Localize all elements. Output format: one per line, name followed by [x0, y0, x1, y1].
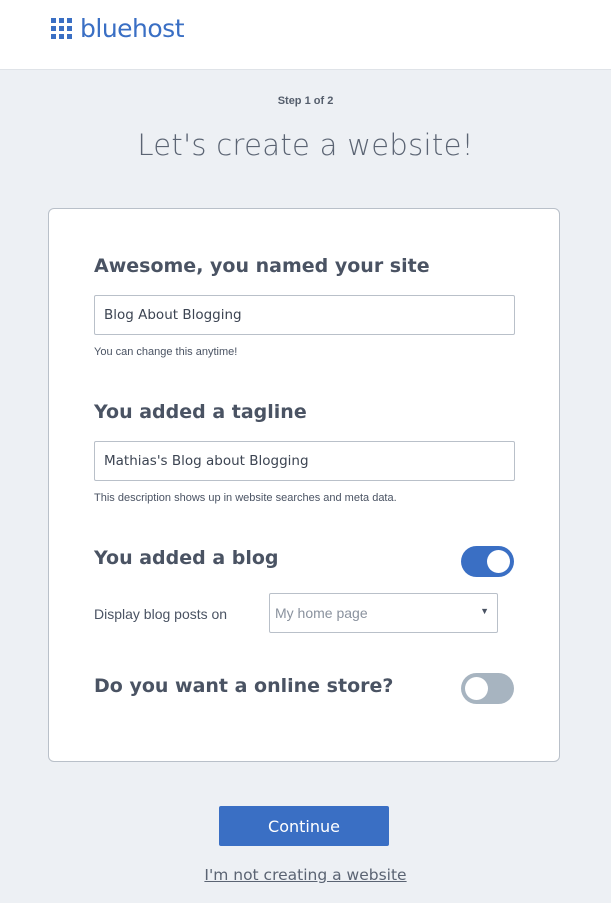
caret-down-icon: ▼ [480, 606, 489, 616]
toggle-knob [487, 550, 510, 573]
tagline-hint: This description shows up in website sea… [94, 492, 397, 504]
display-posts-label: Display blog posts on [94, 606, 228, 622]
setup-form-card: Awesome, you named your site You can cha… [48, 208, 560, 762]
site-name-input[interactable] [94, 295, 515, 335]
tagline-heading: You added a tagline [94, 401, 307, 423]
step-indicator: Step 1 of 2 [277, 95, 334, 107]
grid-icon [51, 18, 72, 39]
online-store-heading: Do you want a online store? [94, 675, 394, 697]
site-name-hint: You can change this anytime! [94, 346, 238, 358]
page-title: Let's create a website! [137, 128, 474, 162]
top-header: bluehost [0, 0, 611, 70]
blog-toggle[interactable] [461, 546, 514, 577]
bluehost-logo[interactable]: bluehost [51, 14, 185, 43]
blog-heading: You added a blog [94, 547, 279, 569]
continue-button[interactable]: Continue [219, 806, 389, 846]
toggle-knob [465, 677, 488, 700]
display-posts-select[interactable]: My home page ▼ [269, 593, 498, 633]
select-value: My home page [275, 605, 368, 621]
brand-name: bluehost [80, 14, 185, 43]
online-store-toggle[interactable] [461, 673, 514, 704]
site-name-heading: Awesome, you named your site [94, 255, 430, 277]
not-creating-website-link[interactable]: I'm not creating a website [0, 866, 611, 884]
tagline-input[interactable] [94, 441, 515, 481]
